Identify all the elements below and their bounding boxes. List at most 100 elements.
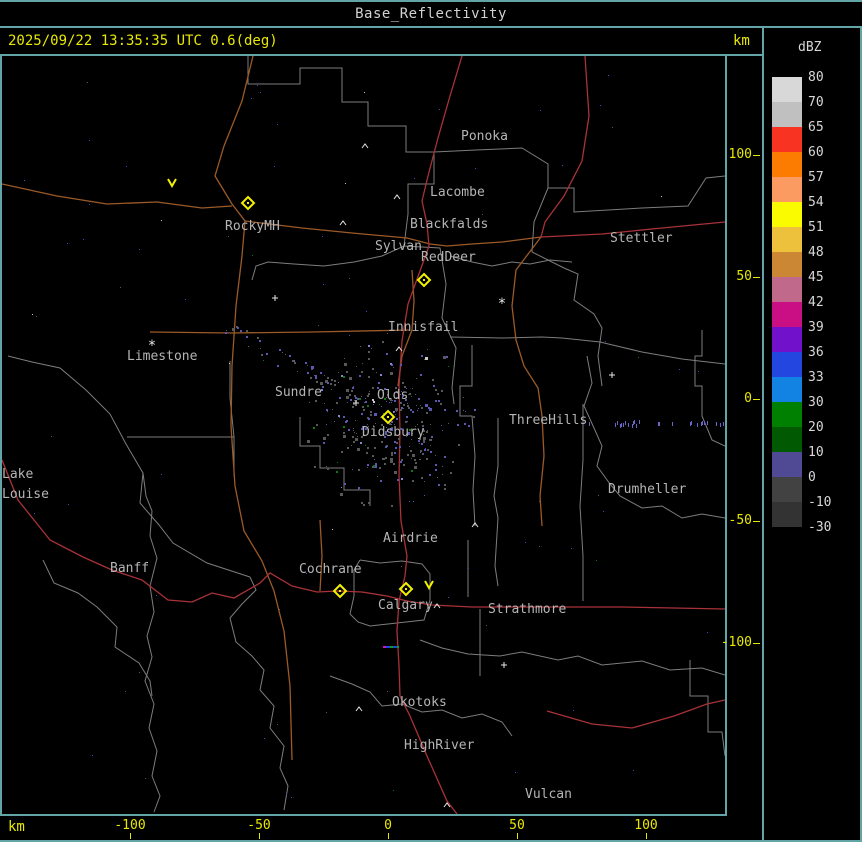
echo-pixel xyxy=(324,375,325,376)
echo-pixel xyxy=(354,395,356,397)
echo-pixel xyxy=(394,452,396,454)
echo-pixel xyxy=(323,442,325,444)
city-label: Stettler xyxy=(610,231,673,246)
echo-pixel xyxy=(379,404,380,405)
echo-pixel xyxy=(139,249,140,250)
echo-pixel xyxy=(418,408,419,409)
colorbar-swatch xyxy=(772,127,802,152)
colorbar-tick-label: 60 xyxy=(808,145,824,160)
y-tick-mark xyxy=(753,643,760,644)
echo-pixel xyxy=(415,462,417,464)
city-label: Louise xyxy=(2,487,49,502)
echo-pixel xyxy=(323,437,326,440)
echo-pixel xyxy=(414,178,415,179)
colorbar-swatch xyxy=(772,252,802,277)
echo-pixel xyxy=(120,287,121,288)
echo-pixel xyxy=(539,546,540,547)
colorbar-swatch xyxy=(772,402,802,427)
colorbar-tick-label: 54 xyxy=(808,195,824,210)
echo-pixel xyxy=(407,421,408,422)
echo-pixel xyxy=(185,299,186,300)
city-label: Blackfalds xyxy=(410,217,488,232)
echo-pixel xyxy=(367,395,369,397)
echo-pixel xyxy=(356,433,357,434)
colorbar-tick-label: -10 xyxy=(808,495,832,510)
echo-pixel xyxy=(379,467,381,469)
echo-pixel xyxy=(362,363,363,364)
colorbar-tick-label: 39 xyxy=(808,320,824,335)
echo-pixel xyxy=(720,423,721,427)
echo-pixel xyxy=(246,330,248,332)
plus-marker-icon xyxy=(353,400,359,406)
echo-pixel xyxy=(343,376,345,378)
echo-pixel xyxy=(406,416,408,418)
echo-pixel xyxy=(226,330,227,331)
echo-pixel xyxy=(343,432,345,434)
echo-pixel xyxy=(605,341,606,342)
echo-pixel xyxy=(251,98,252,99)
echo-pixel xyxy=(412,480,414,482)
echo-pixel xyxy=(400,461,402,463)
city-label: ThreeHills xyxy=(509,413,587,428)
echo-pixel xyxy=(435,469,437,471)
echo-pixel xyxy=(297,371,298,372)
echo-pixel xyxy=(286,794,287,795)
radar-map-display[interactable]: * * Ponoka Lacombe Blackfalds Sylvan RedDeer S… xyxy=(1,55,726,815)
echo-pixel xyxy=(399,446,401,448)
echo-pixel xyxy=(364,92,365,93)
city-label: Innisfail xyxy=(388,320,458,335)
echo-pixel xyxy=(307,372,309,374)
artifact-segment xyxy=(390,646,393,648)
echo-pixel xyxy=(372,399,374,401)
echo-pixel xyxy=(418,398,420,400)
echo-pixel xyxy=(600,105,601,106)
echo-pixel xyxy=(414,459,416,461)
echo-pixel xyxy=(89,204,90,205)
x-tick-mark xyxy=(517,833,518,839)
colorbar-swatch xyxy=(772,302,802,327)
plus-marker-icon xyxy=(272,295,278,301)
echo-pixel xyxy=(421,443,423,445)
echo-pixel xyxy=(334,380,336,382)
echo-pixel xyxy=(36,316,37,317)
echo-pixel xyxy=(412,411,414,413)
echo-pixel xyxy=(446,356,448,358)
echo-pixel xyxy=(372,387,374,389)
echo-pixel xyxy=(364,402,365,403)
colorbar-tick-label: 80 xyxy=(808,70,824,85)
echo-pixel xyxy=(444,484,446,486)
echo-pixel xyxy=(350,399,352,401)
echo-pixel xyxy=(375,463,377,465)
echo-pixel xyxy=(277,124,278,125)
echo-pixel xyxy=(608,75,609,76)
echo-pixel xyxy=(562,165,563,166)
echo-pixel xyxy=(126,166,127,167)
radar-map-canvas: ** PonokaLacombeBlackfaldsSylvanRedDeerS… xyxy=(1,55,726,815)
echo-pixel xyxy=(368,393,370,395)
echo-pixel xyxy=(369,391,370,392)
summit-caret-icon xyxy=(355,706,363,712)
colorbar-tick-label: 20 xyxy=(808,420,824,435)
echo-pixel xyxy=(156,595,157,596)
echo-pixel xyxy=(367,464,369,466)
echo-pixel xyxy=(401,459,403,461)
x-tick-mark xyxy=(388,833,389,839)
echo-pixel xyxy=(315,400,317,402)
x-tick-mark xyxy=(259,833,260,839)
echo-pixel xyxy=(633,421,634,425)
echo-pixel xyxy=(408,407,410,409)
echo-pixel xyxy=(463,410,464,411)
echo-pixel xyxy=(394,441,396,443)
city-label: Cochrane xyxy=(299,562,362,577)
echo-pixel xyxy=(468,425,470,427)
echo-pixel xyxy=(87,82,88,83)
echo-pixel xyxy=(359,398,361,400)
echo-pixel xyxy=(371,348,372,349)
echo-pixel xyxy=(457,424,459,426)
echo-pixel xyxy=(425,357,428,360)
echo-pixel xyxy=(679,369,680,370)
echo-pixel xyxy=(438,400,440,402)
echo-pixel xyxy=(628,423,629,427)
radar-application-window: { "header": { "title": "Base_Reflectivit… xyxy=(0,0,862,842)
city-label: Calgary xyxy=(378,598,433,613)
